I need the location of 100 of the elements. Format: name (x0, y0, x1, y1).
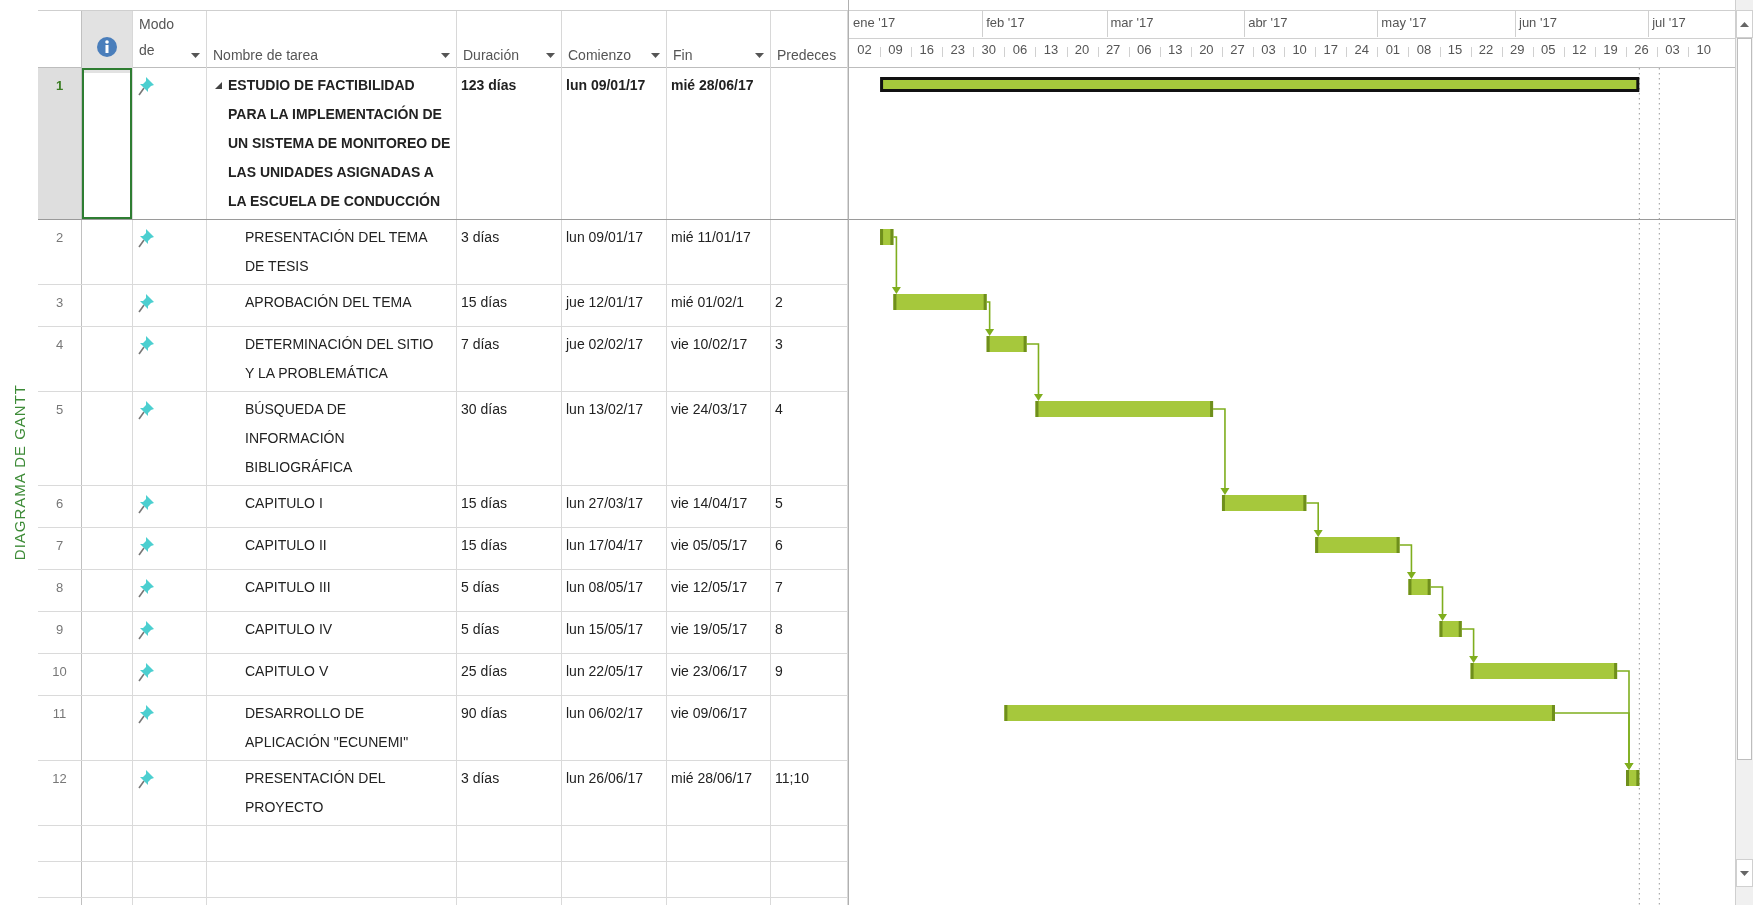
row-number[interactable]: 11 (38, 696, 82, 760)
task-name: CAPITULO III (245, 579, 331, 595)
week-label: 20 (1073, 42, 1091, 57)
finish-date: vie 19/05/17 (671, 621, 748, 637)
task-bar[interactable] (893, 294, 987, 310)
start-date: lun 26/06/17 (566, 770, 644, 786)
finish-date: vie 05/05/17 (671, 537, 748, 553)
month-label: jul '17 (1652, 15, 1686, 30)
predecessors: 11;10 (775, 770, 809, 786)
week-label: 12 (1571, 42, 1588, 57)
scrollbar[interactable] (1735, 0, 1753, 905)
finish-date: mié 01/02/1 (671, 294, 745, 310)
scroll-up-button[interactable] (1736, 10, 1753, 38)
selected-cell[interactable] (82, 68, 133, 219)
info-icon (96, 36, 118, 58)
task-name: ESTUDIO DE FACTIBILIDAD PARA LA IMPLEMENTACIÓN DE UN SISTEMA DE MONITOREO DE LAS UNIDADES ASIGNADAS A LA ESCUELA DE CONDUCCIÓN (228, 76, 452, 211)
duration: 3 días (461, 229, 500, 245)
task-name: CAPITULO IV (245, 621, 333, 637)
duration: 7 días (461, 336, 500, 352)
row-number[interactable]: 4 (38, 327, 82, 391)
week-label: 02 (856, 42, 873, 57)
column-header[interactable]: Modo de (133, 11, 207, 73)
scrollbar-thumb[interactable] (1737, 38, 1752, 760)
duration: 5 días (461, 621, 500, 637)
column-header[interactable]: Predeces (771, 11, 848, 73)
week-label: 22 (1477, 42, 1495, 57)
week-label: 27 (1229, 42, 1246, 57)
month-label: jun '17 (1519, 15, 1557, 30)
finish-date: vie 12/05/17 (671, 579, 748, 595)
task-bar[interactable] (986, 336, 1027, 352)
task-name: PRESENTACIÓN DEL TEMA DE TESIS (245, 229, 427, 274)
week-label: 06 (1011, 42, 1029, 57)
task-bar[interactable] (1439, 621, 1462, 637)
task-name: CAPITULO II (245, 537, 327, 553)
task-bar[interactable] (1035, 401, 1214, 417)
task-name: PRESENTACIÓN DEL PROYECTO (245, 770, 386, 815)
start-date: lun 22/05/17 (566, 663, 644, 679)
finish-date: vie 09/06/17 (671, 705, 748, 721)
predecessors: 3 (775, 336, 783, 352)
predecessors: 6 (775, 537, 783, 553)
row-number[interactable]: 10 (38, 654, 82, 695)
duration: 3 días (461, 770, 500, 786)
duration: 25 días (461, 663, 507, 679)
row-number[interactable]: 9 (38, 612, 82, 653)
week-label: 03 (1664, 42, 1681, 57)
task-name: DESARROLLO DE APLICACIÓN "ECUNEMI" (245, 705, 409, 750)
row-number[interactable]: 8 (38, 570, 82, 611)
row-number[interactable]: 1 (38, 68, 82, 219)
task-name: APROBACIÓN DEL TEMA (245, 294, 412, 310)
week-label: 03 (1260, 42, 1277, 57)
task-bar[interactable] (880, 229, 894, 245)
row-number[interactable]: 2 (38, 220, 82, 284)
column-header[interactable]: Comienzo (562, 11, 667, 73)
dependency-arrow (1398, 544, 1416, 579)
task-bar[interactable] (1004, 705, 1555, 721)
month-label: ene '17 (853, 15, 896, 30)
start-date: lun 17/04/17 (566, 537, 644, 553)
week-label: 24 (1353, 42, 1370, 57)
finish-date: vie 14/04/17 (671, 495, 748, 511)
task-bar[interactable] (1408, 579, 1431, 595)
row-number[interactable]: 12 (38, 761, 82, 825)
view-label: DIAGRAMA DE GANTT (10, 384, 28, 561)
week-label: 06 (1136, 42, 1153, 57)
row-number[interactable]: 3 (38, 285, 82, 326)
week-label: 16 (918, 42, 935, 57)
task-bar[interactable] (1315, 537, 1400, 553)
start-date: jue 12/01/17 (566, 294, 644, 310)
dependency-arrow (891, 236, 901, 294)
task-bar[interactable] (1470, 663, 1618, 679)
task-bar[interactable] (1626, 770, 1640, 786)
column-header[interactable]: Nombre de tarea (207, 11, 457, 73)
dependency-arrow (985, 301, 995, 336)
start-date: lun 08/05/17 (566, 579, 644, 595)
task-name: CAPITULO I (245, 495, 323, 511)
column-header[interactable]: Duración (457, 11, 562, 73)
start-date: lun 13/02/17 (566, 401, 644, 417)
duration: 5 días (461, 579, 500, 595)
week-label: 19 (1602, 42, 1619, 57)
week-label: 26 (1633, 42, 1650, 57)
finish-date: mié 28/06/17 (671, 770, 752, 786)
month-label: may '17 (1381, 15, 1427, 30)
month-label: feb '17 (986, 15, 1025, 30)
duration: 15 días (461, 294, 507, 310)
task-bar[interactable] (1221, 495, 1307, 511)
start-date: lun 15/05/17 (566, 621, 644, 637)
week-label: 23 (949, 42, 966, 57)
start-date: jue 02/02/17 (566, 336, 644, 352)
column-header[interactable]: Fin (667, 11, 771, 73)
predecessors: 5 (775, 495, 783, 511)
summary-bar[interactable] (880, 77, 1640, 92)
row-number[interactable]: 7 (38, 528, 82, 569)
collapse-icon[interactable] (215, 82, 222, 89)
duration: 90 días (461, 705, 507, 721)
finish-date: vie 23/06/17 (671, 663, 748, 679)
predecessors: 7 (775, 579, 783, 595)
week-label: 08 (1415, 42, 1433, 57)
row-number[interactable]: 6 (38, 486, 82, 527)
scroll-down-button[interactable] (1736, 859, 1753, 887)
start-date: lun 06/02/17 (566, 705, 644, 721)
row-number[interactable]: 5 (38, 392, 82, 485)
